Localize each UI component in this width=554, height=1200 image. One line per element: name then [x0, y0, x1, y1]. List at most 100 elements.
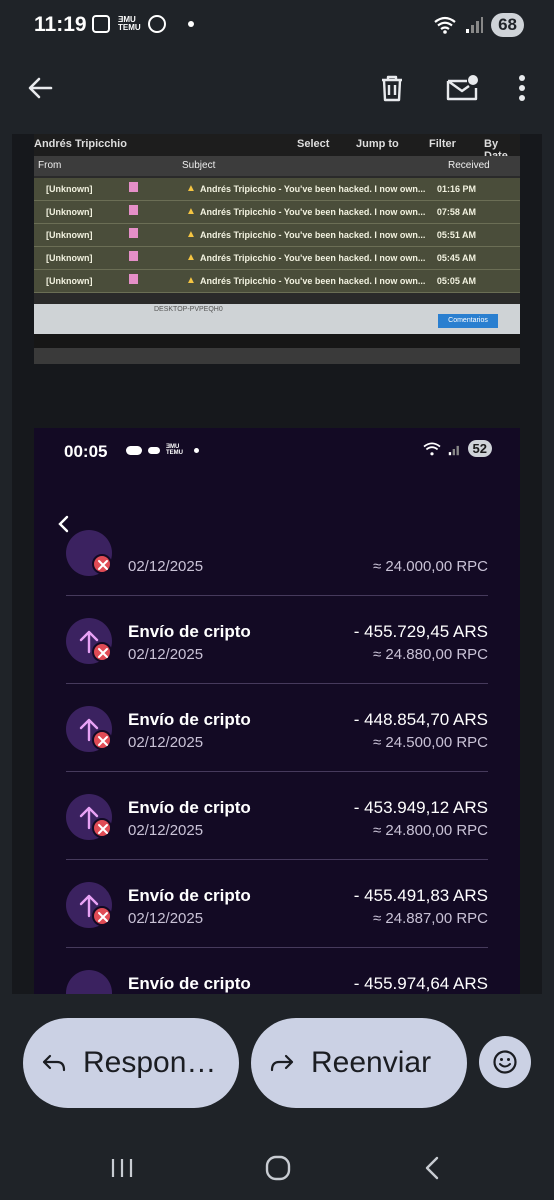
home-button[interactable]: [258, 1150, 298, 1186]
transaction-rpc: ≈ 24.000,00 RPC: [373, 558, 488, 575]
photo-mail-list: [Unknown] ▲ Andrés Tripicchio - You've b…: [34, 178, 520, 293]
flag-icon: [129, 205, 138, 215]
photo-jump: Jump to: [356, 138, 399, 150]
message-body[interactable]: Andrés Tripicchio Select Jump to Filter …: [12, 134, 542, 994]
arrow-left-icon: [28, 77, 53, 99]
photo-mail-row: [Unknown] ▲ Andrés Tripicchio - You've b…: [34, 178, 520, 201]
message-actions: Respon… Reenviar: [0, 1010, 554, 1120]
transaction-row: Envío de cripto 02/12/2025 - 455.729,45 …: [66, 596, 488, 684]
status-time: 11:19: [34, 13, 87, 36]
transaction-rpc: ≈ 24.880,00 RPC: [373, 646, 488, 663]
failed-x-icon: [92, 818, 112, 838]
recent-apps-icon: [111, 1159, 133, 1177]
transaction-rpc: ≈ 24.500,00 RPC: [373, 734, 488, 751]
flag-icon: [129, 228, 138, 238]
photo-row-time: 05:45 AM: [436, 253, 476, 263]
photo-select: Select: [297, 138, 330, 150]
photo-filter: Filter: [429, 138, 456, 150]
transaction-row: 02/12/2025 ≈ 24.000,00 RPC: [66, 508, 488, 596]
photo-row-time: 07:58 AM: [436, 207, 476, 217]
transaction-ars: - 448.854,70 ARS: [353, 710, 488, 729]
cloud-icon: [126, 445, 142, 455]
transaction-date: 02/12/2025: [128, 734, 204, 751]
system-navigation-bar: [0, 1130, 554, 1200]
attached-photo-laptop-screen[interactable]: Andrés Tripicchio Select Jump to Filter …: [34, 134, 520, 364]
emoji-reaction-button[interactable]: [479, 1036, 531, 1088]
transaction-row: Envío de cripto 02/12/2025 - 455.491,83 …: [66, 860, 488, 948]
more-notifications-dot-icon: [194, 447, 199, 453]
back-button[interactable]: [18, 66, 62, 110]
attached-screenshot-transactions[interactable]: 00:05 ƎMU TEMU 52 02/12/2025 ≈ 24.000,00 …: [34, 428, 520, 994]
failed-x-icon: [92, 554, 112, 574]
photo-row-subject: Andrés Tripicchio - You've been hacked. …: [200, 207, 426, 217]
photo-row-time: 05:51 AM: [436, 230, 476, 240]
photo-row-subject: Andrés Tripicchio - You've been hacked. …: [200, 253, 426, 263]
back-chevron-icon: [425, 1156, 439, 1180]
reply-icon: [42, 1054, 66, 1072]
photo-mail-row: [Unknown] ▲ Andrés Tripicchio - You've b…: [34, 247, 520, 270]
system-back-button[interactable]: [412, 1150, 452, 1186]
more-options-button[interactable]: [500, 66, 544, 110]
home-icon: [265, 1155, 291, 1181]
photo-row-from: [Unknown]: [46, 207, 93, 217]
forward-label: Reenviar: [311, 1046, 432, 1079]
signal-icon: [466, 17, 484, 33]
trash-icon: [382, 75, 402, 102]
temu-icon: ƎMU TEMU: [118, 15, 141, 32]
transaction-ars: - 455.491,83 ARS: [353, 886, 488, 905]
photo-row-time: 05:05 AM: [436, 276, 476, 286]
transaction-ars: - 455.729,45 ARS: [353, 622, 488, 641]
transaction-date: 02/12/2025: [128, 822, 204, 839]
photo-row-from: [Unknown]: [46, 253, 93, 263]
transaction-ars: - 455.974,64 ARS: [353, 974, 488, 993]
photo-mail-row: [Unknown] ▲ Andrés Tripicchio - You've b…: [34, 201, 520, 224]
handshake-icon: [148, 446, 160, 454]
flag-icon: [129, 274, 138, 284]
flag-icon: [129, 182, 138, 192]
warning-icon: ▲: [186, 252, 196, 263]
photo-col-from: From: [38, 160, 62, 171]
transaction-rpc: ≈ 24.887,00 RPC: [373, 910, 488, 927]
transaction-row: Envío de cripto 02/12/2025 - 448.854,70 …: [66, 684, 488, 772]
wifi-icon: [434, 16, 456, 34]
photo-row-subject: Andrés Tripicchio - You've been hacked. …: [200, 184, 426, 194]
photo-row-subject: Andrés Tripicchio - You've been hacked. …: [200, 276, 426, 286]
photo-mail-row: [Unknown] ▲ Andrés Tripicchio - You've b…: [34, 270, 520, 293]
signal-icon: [448, 445, 459, 455]
recent-apps-button[interactable]: [102, 1150, 142, 1186]
delete-button[interactable]: [370, 66, 414, 110]
flag-icon: [129, 251, 138, 261]
more-vert-icon: [519, 75, 525, 101]
shot-system-icons: 52: [422, 440, 492, 457]
photo-sender: Andrés Tripicchio: [34, 138, 127, 150]
photo-desktop-area: DESKTOP-PVPEQH0 Comentarios: [34, 304, 520, 334]
shot-status-time: 00:05: [64, 442, 108, 461]
transaction-title: Envío de cripto: [128, 622, 251, 641]
transaction-row: Envío de cripto 02/12/2025 - 453.949,12 …: [66, 772, 488, 860]
whatsapp-icon: [148, 15, 166, 33]
photo-row-subject: Andrés Tripicchio - You've been hacked. …: [200, 230, 426, 240]
failed-x-icon: [92, 730, 112, 750]
shot-notification-icons: ƎMU TEMU: [126, 444, 199, 456]
photo-row-from: [Unknown]: [46, 276, 93, 286]
screenshot-icon: [92, 15, 110, 33]
failed-x-icon: [92, 906, 112, 926]
status-bar: 11:19 ƎMU TEMU 68: [0, 0, 554, 56]
reply-button[interactable]: Respon…: [23, 1018, 239, 1108]
mark-unread-button[interactable]: [440, 66, 484, 110]
battery-level: 68: [491, 13, 524, 37]
transaction-title: Envío de cripto: [128, 710, 251, 729]
transaction-rpc: ≈ 24.800,00 RPC: [373, 822, 488, 839]
photo-mail-row: [Unknown] ▲ Andrés Tripicchio - You've b…: [34, 224, 520, 247]
photo-row-from: [Unknown]: [46, 184, 93, 194]
photo-desktop-label: DESKTOP-PVPEQH0: [154, 306, 223, 313]
transaction-title: Envío de cripto: [128, 974, 251, 993]
photo-col-received: Received: [448, 160, 490, 171]
status-notification-icons: ƎMU TEMU: [92, 15, 194, 33]
transaction-date: 02/12/2025: [128, 910, 204, 927]
shot-battery-level: 52: [467, 440, 492, 457]
forward-button[interactable]: Reenviar: [251, 1018, 467, 1108]
photo-taskbar: [34, 334, 520, 348]
transaction-date: 02/12/2025: [128, 558, 204, 575]
photo-row-time: 01:16 PM: [436, 184, 476, 194]
